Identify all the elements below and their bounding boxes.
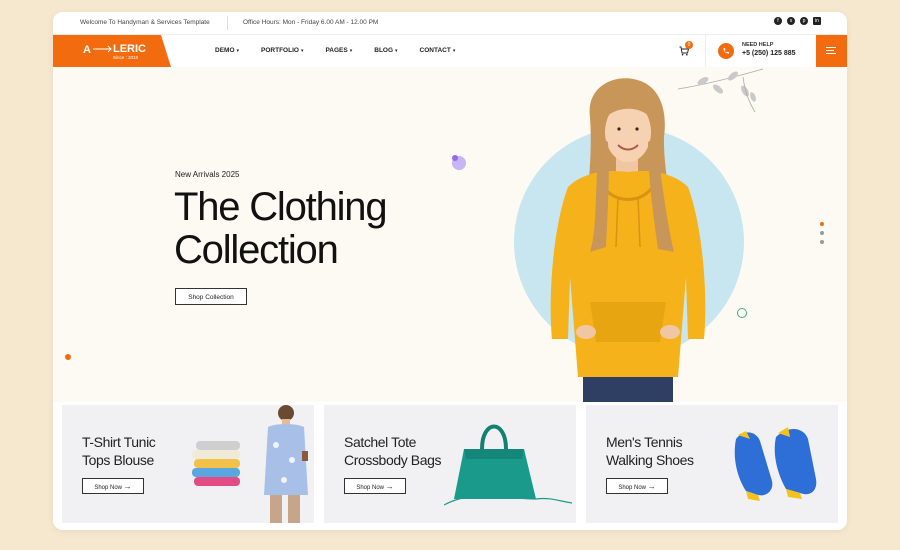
slide-dot-1[interactable] [820,222,824,226]
category-card[interactable]: T-Shirt Tunic Tops Blouse Shop Now → [62,405,314,523]
social-links: f x p in [774,17,821,25]
svg-text:A: A [83,44,91,56]
nav-item-contact[interactable]: CONTACT ▾ [420,47,456,54]
chevron-down-icon: ▾ [395,48,398,54]
page-frame: Welcome To Handyman & Services Template … [53,12,847,530]
shop-collection-button[interactable]: Shop Collection [175,288,247,305]
decor-dot [65,354,71,360]
nav-item-portfolio[interactable]: PORTFOLIO ▾ [261,47,303,54]
category-cards: T-Shirt Tunic Tops Blouse Shop Now → Sat… [53,402,847,530]
shop-now-button[interactable]: Shop Now → [344,478,406,494]
hero-headline-line: The Clothing [174,185,388,229]
card-title: Men's Tennis Walking Shoes [606,433,694,469]
arrow-right-icon: → [123,482,132,491]
blouse-model-image [264,405,308,523]
hero-section: New Arrivals 2025 The Clothing Collectio… [53,67,847,402]
shop-now-label: Shop Now [618,485,646,491]
folded-shirts-image [192,441,240,486]
facebook-icon[interactable]: f [774,17,782,25]
sneakers-image [734,427,817,501]
logo-text: LERIC [113,43,146,55]
chevron-down-icon: ▾ [300,48,304,54]
help-label: NEED HELP [742,42,774,48]
nav-item-demo[interactable]: DEMO ▾ [215,47,239,54]
category-card[interactable]: Satchel Tote Crossbody Bags Shop Now → [324,405,576,523]
card-title-line: Satchel Tote [344,434,416,450]
logo[interactable]: A LERIC Since : 2018 [53,35,171,67]
chevron-down-icon: ▾ [349,48,353,54]
chevron-down-icon: ▾ [452,48,456,54]
shop-now-label: Shop Now [356,485,384,491]
slide-dot-3[interactable] [820,240,824,244]
category-card[interactable]: Men's Tennis Walking Shoes Shop Now → [586,405,838,523]
decor-dot [452,155,458,161]
model-image [550,78,706,402]
chevron-down-icon: ▾ [236,48,240,54]
logo-since: Since : 2018 [113,55,139,60]
top-bar: Welcome To Handyman & Services Template … [53,12,847,35]
slide-dot-2[interactable] [820,231,824,235]
help-phone[interactable]: +5 (250) 125 885 [742,50,796,57]
hamburger-icon [826,47,836,48]
nav-item-pages[interactable]: PAGES ▾ [325,47,352,54]
card-title: Satchel Tote Crossbody Bags [344,433,442,469]
logo-mark-icon: A [83,44,112,56]
office-hours: Office Hours: Mon - Friday 6.00 AM - 12.… [243,19,379,26]
hero-headline-line: Collection [174,228,339,272]
welcome-text: Welcome To Handyman & Services Template [80,19,210,26]
card-title-line: Tops Blouse [82,452,154,468]
card-title: T-Shirt Tunic Tops Blouse [82,433,156,469]
nav-menu: DEMO ▾ PORTFOLIO ▾ PAGES ▾ BLOG ▾ CONTACT ▾ [215,47,455,54]
hamburger-icon-line [826,53,836,54]
main-nav: A LERIC Since : 2018 DEMO ▾ PORTFOLIO ▾ PA… [53,35,847,67]
phone-icon[interactable] [718,43,734,59]
nav-item-blog[interactable]: BLOG ▾ [374,47,397,54]
divider [227,16,228,30]
shop-now-button[interactable]: Shop Now → [606,478,668,494]
tote-bag-image [444,424,573,506]
hero-headline: The Clothing Collection [174,185,388,272]
card-title-line: Walking Shoes [606,452,694,468]
shop-now-label: Shop Now [94,485,122,491]
pinterest-icon[interactable]: p [800,17,808,25]
hero-eyebrow: New Arrivals 2025 [175,170,240,179]
arrow-right-icon: → [385,482,394,491]
shop-now-button[interactable]: Shop Now → [82,478,144,494]
arrow-right-icon: → [647,482,656,491]
menu-toggle-button[interactable] [816,35,847,67]
card-title-line: T-Shirt Tunic [82,434,156,450]
card-title-line: Men's Tennis [606,434,683,450]
x-icon[interactable]: x [787,17,795,25]
divider [705,35,706,67]
cart-count-badge: 0 [685,41,693,49]
slider-pagination [820,222,824,249]
linkedin-icon[interactable]: in [813,17,821,25]
hamburger-icon-line [826,50,834,51]
decor-ring [737,308,747,318]
card-title-line: Crossbody Bags [344,452,442,468]
